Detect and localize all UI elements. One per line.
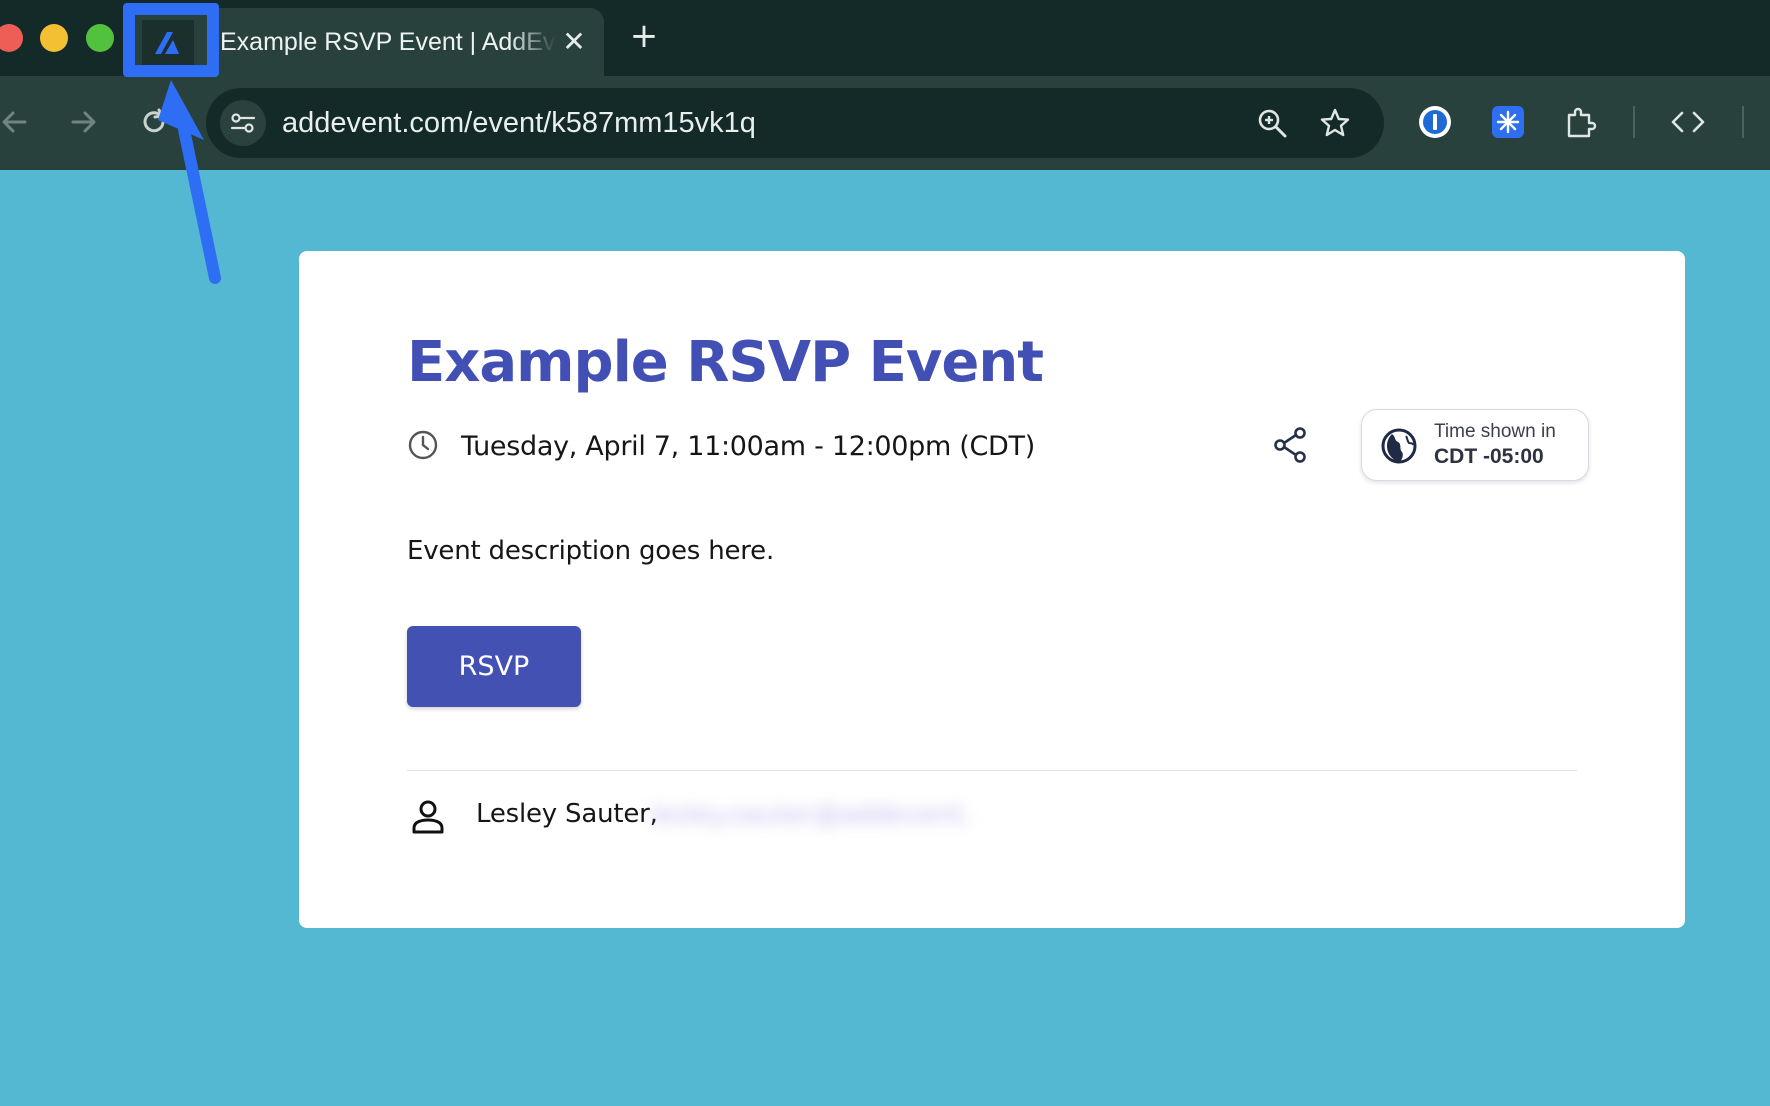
rsvp-button[interactable]: RSVP [407, 626, 581, 707]
toolbar-separator [1633, 106, 1635, 138]
password-manager-extension-icon[interactable] [1411, 98, 1459, 146]
toolbar-separator [1742, 106, 1744, 138]
timezone-value: CDT -05:00 [1434, 445, 1544, 468]
forward-arrow-icon[interactable] [60, 98, 108, 146]
browser-tab-strip: Example RSVP Event | AddEvent ✕ + [0, 0, 1770, 76]
address-bar[interactable]: addevent.com/event/k587mm15vk1q [206, 88, 1384, 158]
tab-close-icon[interactable]: ✕ [556, 24, 592, 60]
event-description: Event description goes here. [407, 536, 775, 566]
annotation-highlight-box [123, 3, 219, 77]
timezone-label: Time shown in [1434, 421, 1556, 442]
divider [407, 770, 1577, 771]
globe-icon [1380, 427, 1418, 465]
organizer-name: Lesley Sauter, [476, 799, 658, 829]
bookmark-star-icon[interactable] [1311, 99, 1359, 147]
extensions-puzzle-icon[interactable] [1556, 98, 1604, 146]
clock-icon [407, 429, 439, 461]
share-icon[interactable] [1271, 425, 1311, 465]
organizer-email-redacted: lesley.sauter@addevent.com [651, 800, 973, 830]
event-title: Example RSVP Event [407, 330, 1044, 395]
browser-toolbar: addevent.com/event/k587mm15vk1q [0, 76, 1770, 170]
event-datetime: Tuesday, April 7, 11:00am - 12:00pm (CDT… [461, 431, 1035, 462]
tab-title: Example RSVP Event | AddEvent [220, 28, 556, 56]
person-icon [411, 799, 445, 835]
back-arrow-icon[interactable] [0, 98, 38, 146]
code-icon[interactable] [1664, 98, 1712, 146]
url-text[interactable]: addevent.com/event/k587mm15vk1q [282, 105, 756, 141]
site-settings-icon[interactable] [220, 100, 266, 146]
snowflake-extension-icon[interactable] [1484, 98, 1532, 146]
new-tab-button[interactable]: + [624, 16, 664, 56]
window-zoom-button[interactable] [86, 24, 114, 52]
event-card: Example RSVP Event Tuesday, April 7, 11:… [299, 251, 1685, 928]
window-minimize-button[interactable] [40, 24, 68, 52]
timezone-selector[interactable]: Time shown in CDT -05:00 [1361, 409, 1589, 481]
reload-icon[interactable] [130, 98, 178, 146]
zoom-icon[interactable] [1248, 99, 1296, 147]
window-close-button[interactable] [0, 24, 23, 52]
